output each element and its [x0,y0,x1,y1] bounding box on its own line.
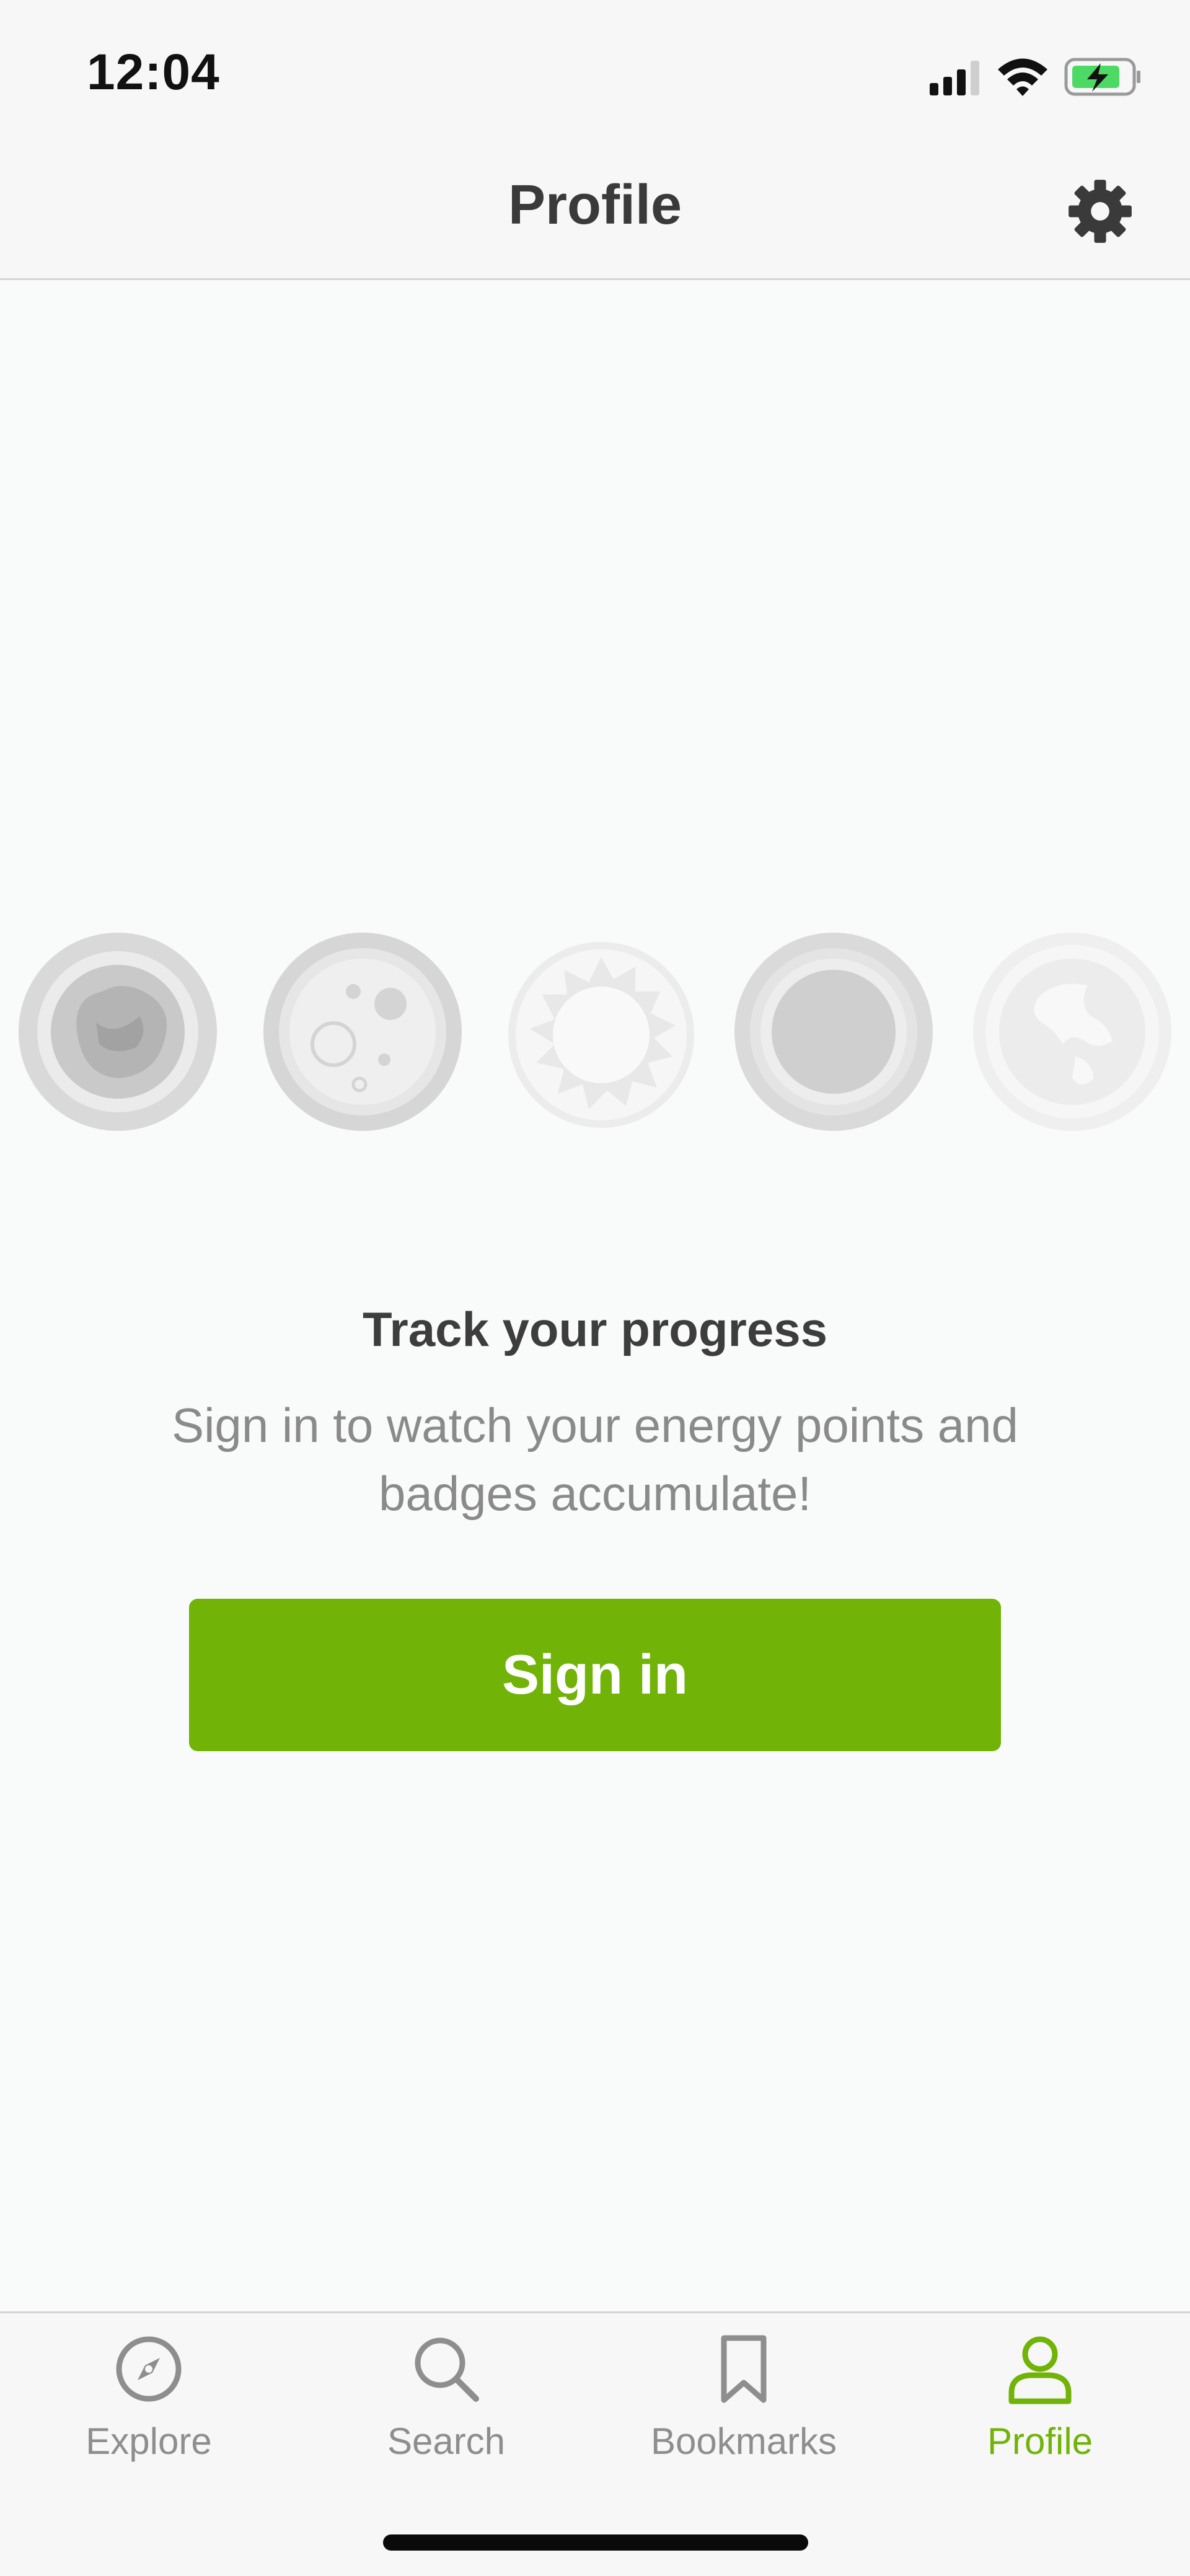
tab-bookmarks[interactable]: Bookmarks [620,2332,868,2487]
settings-button[interactable] [1067,178,1133,244]
track-progress-heading: Track your progress [363,1302,827,1356]
page-title: Profile [508,174,682,236]
status-time: 12:04 [87,44,220,100]
sign-in-button[interactable]: Sign in [189,1599,1001,1751]
battery-charging-icon [1064,58,1140,96]
sun-badge-icon [508,942,694,1128]
badges-row [0,923,1190,1134]
tab-bookmarks-label: Bookmarks [650,2420,837,2462]
compass-icon [116,2336,182,2402]
tab-explore-label: Explore [86,2420,212,2462]
meteorite-badge-icon [19,933,217,1131]
earth-badge-icon [973,933,1171,1131]
black-hole-badge-icon [734,933,933,1131]
status-bar: 12:04 [0,0,1190,143]
search-icon [415,2337,479,2402]
signin-description: Sign in to watch your energy points and … [172,1398,1018,1521]
status-icons [930,58,1140,96]
tab-search-label: Search [387,2420,506,2462]
tab-profile[interactable]: Profile [916,2332,1164,2487]
tab-profile-label: Profile [987,2420,1093,2462]
moon-badge-icon [263,933,462,1131]
tab-explore[interactable]: Explore [25,2332,273,2487]
home-indicator[interactable] [383,2534,808,2551]
wifi-icon [998,58,1047,96]
tab-search[interactable]: Search [322,2332,570,2487]
gear-icon [1069,180,1132,243]
nav-bar: Profile [0,143,1190,280]
cellular-signal-icon [930,61,979,95]
person-icon [1008,2336,1072,2404]
bookmark-icon [721,2335,767,2403]
